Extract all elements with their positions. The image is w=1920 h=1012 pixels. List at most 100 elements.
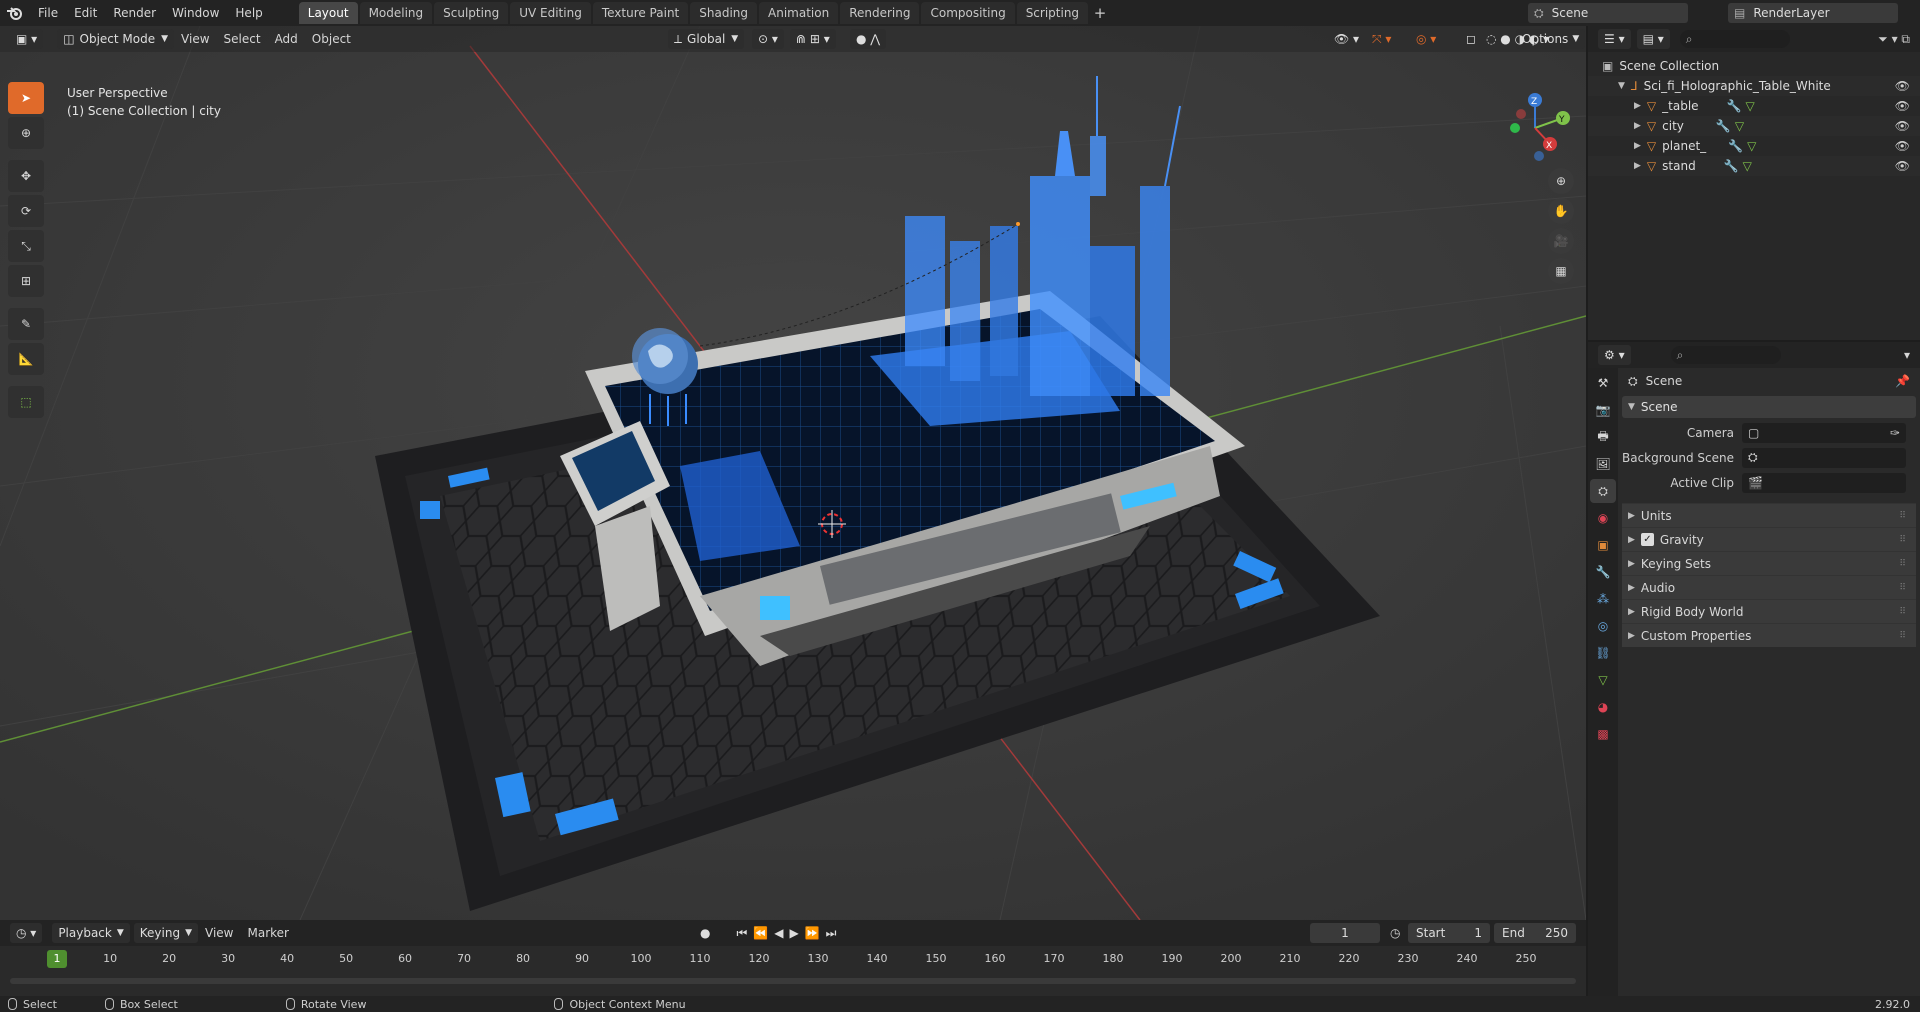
annotate-tool[interactable]: ✎ — [8, 308, 44, 340]
tab-texture[interactable]: ▩ — [1590, 722, 1616, 746]
select-box-tool[interactable]: ➤ — [8, 82, 44, 114]
expand-down-icon[interactable]: ▼ — [1618, 81, 1625, 91]
xray-button[interactable]: ◻ — [1460, 29, 1482, 49]
timeline-menu-marker[interactable]: Marker — [241, 926, 296, 940]
viewport-menu-select[interactable]: Select — [217, 32, 268, 46]
prev-key-icon[interactable]: ⏪ — [753, 926, 768, 941]
tab-rendering[interactable]: Rendering — [840, 2, 920, 24]
gravity-section[interactable]: ▶ ✓ Gravity ⠿ — [1622, 527, 1916, 551]
frame-ruler[interactable]: 1 10 20 30 40 50 60 70 80 90 100 110 120 130 140 150 160… — [0, 946, 1586, 972]
record-icon[interactable]: ● — [700, 926, 710, 941]
outliner-row-table[interactable]: ▶ ▽ _table 🔧 ▽ 👁 — [1588, 96, 1920, 116]
tab-modifiers[interactable]: 🔧 — [1590, 560, 1616, 584]
jump-end-icon[interactable]: ⏭ — [826, 926, 837, 941]
drag-grip-icon[interactable]: ⠿ — [1899, 511, 1906, 521]
active-clip-field[interactable]: 🎬 — [1742, 472, 1906, 493]
eye-icon[interactable]: 👁 — [1895, 159, 1910, 173]
tab-scene[interactable]: ⛭ — [1590, 479, 1616, 503]
background-scene-field[interactable]: ⛭ — [1742, 447, 1906, 468]
drag-grip-icon[interactable]: ⠿ — [1899, 631, 1906, 641]
visibility-button[interactable]: 👁 ▾ — [1328, 29, 1365, 49]
viewport-menu-object[interactable]: Object — [305, 32, 358, 46]
transform-tool[interactable]: ⊞ — [8, 265, 44, 297]
scene-section-header[interactable]: ▼ Scene — [1622, 396, 1916, 418]
tab-view-layer[interactable]: 🖼 — [1590, 452, 1616, 476]
tab-data[interactable]: ▽ — [1590, 668, 1616, 692]
outliner-row-city[interactable]: ▶ ▽ city 🔧 ▽ 👁 — [1588, 116, 1920, 136]
expand-right-icon[interactable]: ▶ — [1634, 141, 1641, 151]
proportional-edit-button[interactable]: ● ⋀ — [850, 29, 887, 49]
tab-object[interactable]: ▣ — [1590, 533, 1616, 557]
ortho-toggle-button[interactable]: ▦ — [1548, 258, 1574, 284]
keying-menu[interactable]: Keying ▼ — [133, 923, 199, 943]
add-workspace-button[interactable]: + — [1090, 2, 1110, 24]
expand-right-icon[interactable]: ▶ — [1634, 101, 1641, 111]
eyedropper-icon[interactable]: ✑ — [1890, 426, 1900, 440]
menu-render[interactable]: Render — [105, 0, 164, 26]
move-tool[interactable]: ✥ — [8, 160, 44, 192]
outliner-row-planet[interactable]: ▶ ▽ planet_ 🔧 ▽ 👁 — [1588, 136, 1920, 156]
tab-physics[interactable]: ◎ — [1590, 614, 1616, 638]
scale-tool[interactable]: ⤡ — [8, 230, 44, 262]
jump-start-icon[interactable]: ⏮ — [736, 926, 747, 941]
rotate-tool[interactable]: ⟳ — [8, 195, 44, 227]
start-frame-field[interactable]: Start 1 — [1408, 923, 1490, 943]
scene-selector[interactable]: ⛭ Scene — [1528, 3, 1688, 23]
outliner-search-input[interactable]: ⌕ — [1679, 30, 1790, 48]
playback-menu[interactable]: Playback ▼ — [52, 923, 130, 943]
menu-window[interactable]: Window — [164, 0, 227, 26]
drag-grip-icon[interactable]: ⠿ — [1899, 535, 1906, 545]
menu-file[interactable]: File — [30, 0, 66, 26]
camera-field[interactable]: ▢ ✑ — [1742, 422, 1906, 443]
pan-button[interactable]: ✋ — [1548, 198, 1574, 224]
stopwatch-icon[interactable]: ◷ — [1390, 926, 1400, 940]
eye-icon[interactable]: 👁 — [1895, 79, 1910, 93]
tab-tool[interactable]: ⚒ — [1590, 371, 1616, 395]
eye-icon[interactable]: 👁 — [1895, 119, 1910, 133]
play-icon[interactable]: ▶ — [789, 926, 798, 941]
outliner-row-scene-collection[interactable]: ▣ Scene Collection — [1588, 56, 1920, 76]
viewport-menu-add[interactable]: Add — [268, 32, 305, 46]
orientation-dropdown[interactable]: ⟂ Global ▼ — [668, 29, 745, 49]
tab-uv-editing[interactable]: UV Editing — [510, 2, 591, 24]
outliner-row-collection[interactable]: ▼ ⅃ Sci_fi_Holographic_Table_White 👁 — [1588, 76, 1920, 96]
tab-shading[interactable]: Shading — [690, 2, 757, 24]
tab-modeling[interactable]: Modeling — [359, 2, 433, 24]
view-layer-selector[interactable]: ▤ RenderLayer — [1728, 3, 1898, 23]
custom-properties-section[interactable]: ▶ Custom Properties ⠿ — [1622, 623, 1916, 647]
timeline-keys-area[interactable] — [0, 972, 1586, 994]
gizmo-toggle-button[interactable]: ⤧ ▾ — [1366, 29, 1397, 49]
timeline-menu-view[interactable]: View — [198, 926, 240, 940]
properties-editor-type[interactable]: ⚙ ▾ — [1598, 345, 1631, 365]
timeline-editor-type[interactable]: ◷ ▾ — [10, 923, 43, 943]
tab-compositing[interactable]: Compositing — [921, 2, 1015, 24]
blender-logo-icon[interactable] — [0, 0, 30, 26]
eye-icon[interactable]: 👁 — [1895, 139, 1910, 153]
measure-tool[interactable]: 📐 — [8, 343, 44, 375]
tab-world[interactable]: ◉ — [1590, 506, 1616, 530]
keying-sets-section[interactable]: ▶ Keying Sets ⠿ — [1622, 551, 1916, 575]
shading-mode-buttons[interactable]: ◌ ● ◑ ◐ ▾ — [1480, 29, 1555, 49]
tab-texture-paint[interactable]: Texture Paint — [592, 2, 689, 24]
menu-edit[interactable]: Edit — [66, 0, 105, 26]
properties-options-button[interactable]: ▾ — [1904, 348, 1910, 362]
tab-constraints[interactable]: ⛓ — [1590, 641, 1616, 665]
tab-particles[interactable]: ⁂ — [1590, 587, 1616, 611]
add-cube-tool[interactable]: ⬚ — [8, 386, 44, 418]
display-mode-button[interactable]: ▤ ▾ — [1636, 29, 1670, 49]
zoom-button[interactable]: ⊕ — [1548, 168, 1574, 194]
editor-type-button[interactable]: ▣ ▾ — [10, 29, 44, 49]
eye-icon[interactable]: 👁 — [1895, 99, 1910, 113]
tab-animation[interactable]: Animation — [759, 2, 839, 24]
tab-render[interactable]: 📷 — [1590, 398, 1616, 422]
mode-dropdown[interactable]: ◫ Object Mode ▼ — [57, 29, 175, 49]
outliner-editor-type[interactable]: ☰ ▾ — [1598, 29, 1631, 49]
current-frame-field[interactable]: 1 — [1310, 923, 1380, 943]
menu-help[interactable]: Help — [227, 0, 270, 26]
expand-right-icon[interactable]: ▶ — [1634, 161, 1641, 171]
tab-scripting[interactable]: Scripting — [1016, 2, 1089, 24]
gravity-checkbox[interactable]: ✓ — [1640, 533, 1654, 546]
filter-button[interactable]: ⏷ ▾ ⧉ — [1878, 32, 1910, 47]
overlays-button[interactable]: ◎ ▾ — [1410, 29, 1442, 49]
cursor-tool[interactable]: ⊕ — [8, 117, 44, 149]
